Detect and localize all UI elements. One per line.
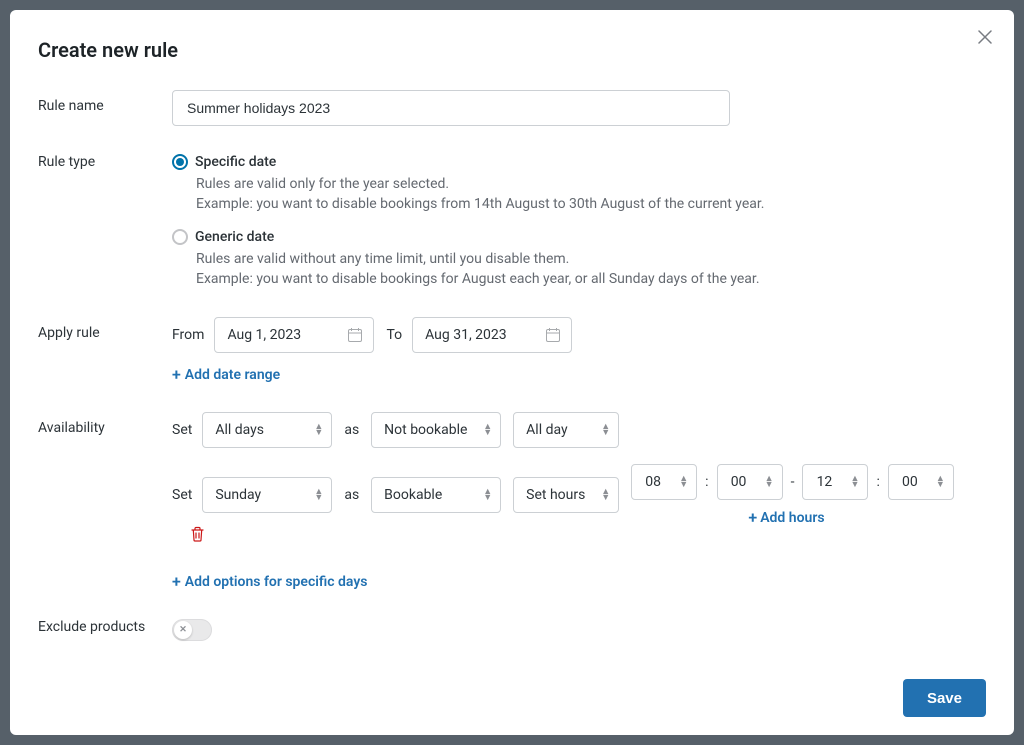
radio-specific-date[interactable] bbox=[172, 154, 188, 170]
delete-row-button[interactable] bbox=[190, 526, 205, 542]
time-colon: : bbox=[705, 474, 708, 490]
hours-group: 08 ▲▼ : 00 ▲▼ - 12 ▲▼ : bbox=[631, 464, 954, 500]
availability-label: Availability bbox=[38, 412, 172, 436]
calendar-icon bbox=[545, 327, 561, 343]
radio-item-specific: Specific date Rules are valid only for t… bbox=[172, 154, 986, 215]
add-options-button[interactable]: + Add options for specific days bbox=[172, 574, 368, 590]
exclude-products-toggle[interactable]: ✕ bbox=[172, 619, 212, 641]
set-label: Set bbox=[172, 422, 192, 438]
close-button[interactable] bbox=[974, 26, 996, 48]
rule-name-input[interactable] bbox=[172, 90, 730, 126]
radio-generic-date[interactable] bbox=[172, 229, 188, 245]
plus-icon: + bbox=[748, 510, 757, 526]
add-options-label: Add options for specific days bbox=[185, 574, 368, 590]
availability-row: Set All days ▲▼ as Not bookable ▲▼ All d… bbox=[172, 412, 986, 448]
row-exclude-products: Exclude products ✕ bbox=[38, 619, 986, 641]
modal-title: Create new rule bbox=[38, 38, 986, 62]
chevron-updown-icon: ▲▼ bbox=[936, 476, 945, 488]
plus-icon: + bbox=[172, 574, 181, 590]
apply-rule-label: Apply rule bbox=[38, 317, 172, 341]
row-availability: Availability Set All days ▲▼ as Not book… bbox=[38, 412, 986, 591]
radio-generic-title: Generic date bbox=[195, 229, 274, 245]
from-minute-select[interactable]: 00 ▲▼ bbox=[717, 464, 783, 500]
from-date-input[interactable]: Aug 1, 2023 bbox=[214, 317, 374, 353]
add-date-range-button[interactable]: + Add date range bbox=[172, 367, 280, 383]
calendar-icon bbox=[347, 327, 363, 343]
as-label: as bbox=[344, 487, 359, 503]
chevron-updown-icon: ▲▼ bbox=[483, 489, 492, 501]
chevron-updown-icon: ▲▼ bbox=[601, 424, 610, 436]
chevron-updown-icon: ▲▼ bbox=[314, 424, 323, 436]
from-date-value: Aug 1, 2023 bbox=[227, 327, 301, 343]
exclude-products-label: Exclude products bbox=[38, 619, 172, 635]
radio-specific-title: Specific date bbox=[195, 154, 276, 170]
to-minute-select[interactable]: 00 ▲▼ bbox=[888, 464, 954, 500]
radio-specific-desc1: Rules are valid only for the year select… bbox=[196, 174, 986, 194]
chevron-updown-icon: ▲▼ bbox=[483, 424, 492, 436]
hours-mode-select[interactable]: Set hours ▲▼ bbox=[513, 477, 619, 513]
from-label: From bbox=[172, 327, 204, 343]
radio-item-generic: Generic date Rules are valid without any… bbox=[172, 229, 986, 290]
from-hour-select[interactable]: 08 ▲▼ bbox=[631, 464, 697, 500]
save-button[interactable]: Save bbox=[903, 679, 986, 717]
bookable-select[interactable]: Not bookable ▲▼ bbox=[371, 412, 501, 448]
to-hour-select[interactable]: 12 ▲▼ bbox=[802, 464, 868, 500]
as-label: as bbox=[344, 422, 359, 438]
row-apply-rule: Apply rule From Aug 1, 2023 To Aug 31, 2… bbox=[38, 317, 986, 384]
close-icon bbox=[978, 30, 992, 44]
to-date-input[interactable]: Aug 31, 2023 bbox=[412, 317, 572, 353]
time-range-dash: - bbox=[791, 474, 795, 490]
trash-icon bbox=[190, 526, 205, 542]
row-rule-type: Rule type Specific date Rules are valid … bbox=[38, 154, 986, 289]
rule-name-label: Rule name bbox=[38, 90, 172, 114]
radio-generic-desc1: Rules are valid without any time limit, … bbox=[196, 249, 986, 269]
create-rule-modal: Create new rule Rule name Rule type Spec… bbox=[10, 10, 1014, 735]
bookable-select[interactable]: Bookable ▲▼ bbox=[371, 477, 501, 513]
radio-generic-desc2: Example: you want to disable bookings fo… bbox=[196, 269, 986, 289]
add-date-range-label: Add date range bbox=[185, 367, 280, 383]
hours-mode-select[interactable]: All day ▲▼ bbox=[513, 412, 619, 448]
radio-specific-desc2: Example: you want to disable bookings fr… bbox=[196, 194, 986, 214]
to-date-value: Aug 31, 2023 bbox=[425, 327, 507, 343]
day-scope-select[interactable]: Sunday ▲▼ bbox=[202, 477, 332, 513]
day-scope-select[interactable]: All days ▲▼ bbox=[202, 412, 332, 448]
add-hours-label: Add hours bbox=[760, 510, 824, 526]
plus-icon: + bbox=[172, 367, 181, 383]
to-label: To bbox=[386, 327, 402, 343]
chevron-updown-icon: ▲▼ bbox=[314, 489, 323, 501]
rule-type-label: Rule type bbox=[38, 154, 172, 170]
add-hours-button[interactable]: + Add hours bbox=[748, 510, 824, 526]
chevron-updown-icon: ▲▼ bbox=[601, 489, 610, 501]
chevron-updown-icon: ▲▼ bbox=[851, 476, 860, 488]
time-colon: : bbox=[876, 474, 879, 490]
toggle-knob: ✕ bbox=[174, 621, 192, 639]
availability-row: Set Sunday ▲▼ as Bookable ▲▼ Set hours ▲… bbox=[172, 464, 986, 542]
set-label: Set bbox=[172, 487, 192, 503]
chevron-updown-icon: ▲▼ bbox=[679, 476, 688, 488]
row-rule-name: Rule name bbox=[38, 90, 986, 126]
chevron-updown-icon: ▲▼ bbox=[765, 476, 774, 488]
